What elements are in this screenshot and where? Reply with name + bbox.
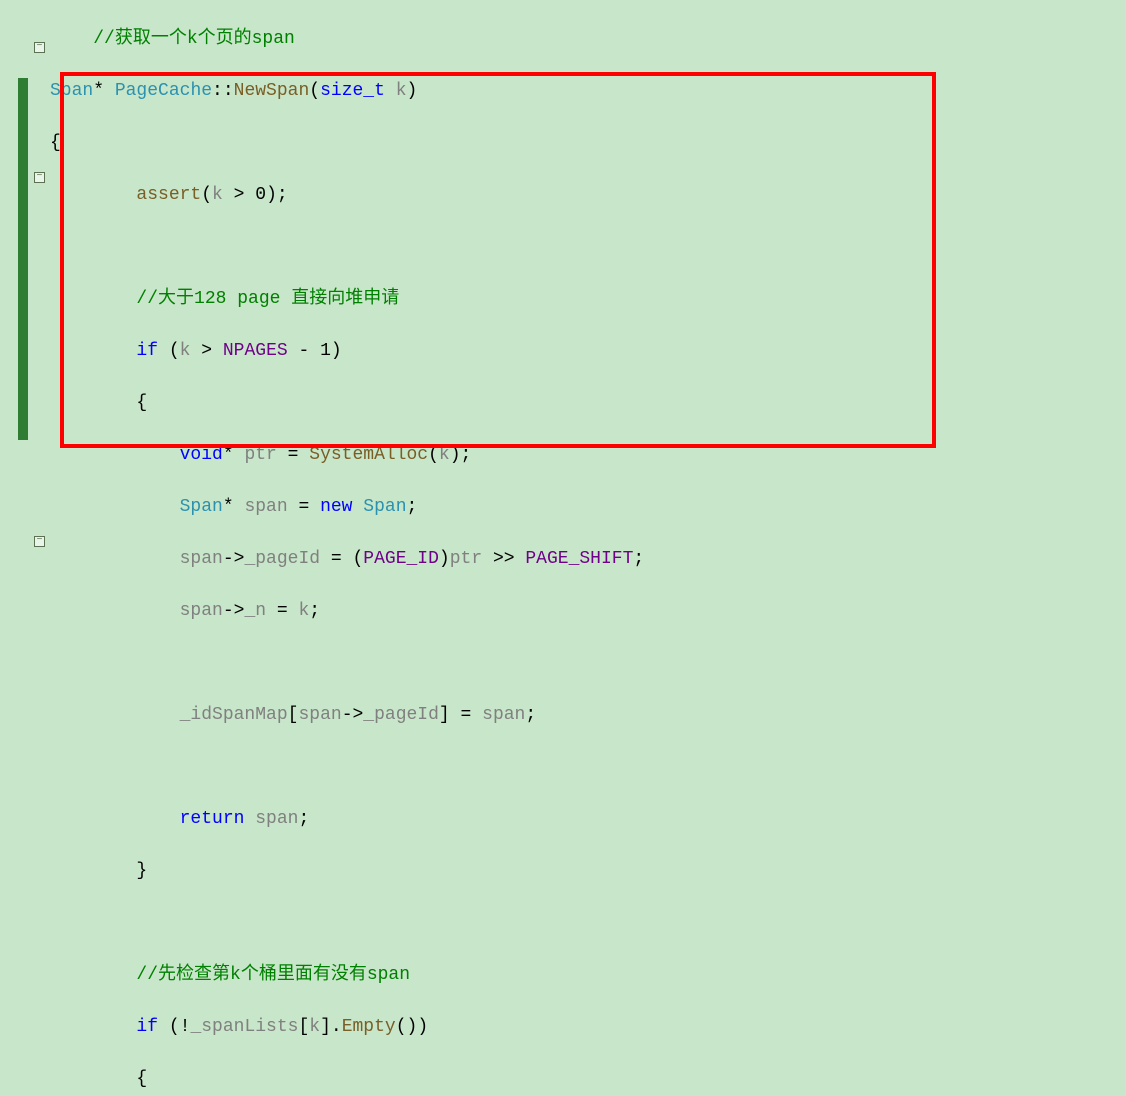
comment-text: //获取一个k个页的span (93, 29, 295, 49)
code-line: //大于128 page 直接向堆申请 (50, 286, 644, 312)
code-line: { (50, 130, 644, 156)
code-line (50, 754, 644, 780)
fold-toggle-icon[interactable] (34, 42, 45, 53)
code-line: Span* PageCache::NewSpan(size_t k) (50, 78, 644, 104)
code-line: if (!_spanLists[k].Empty()) (50, 1014, 644, 1040)
fold-toggle-icon[interactable] (34, 172, 45, 183)
fold-toggle-icon[interactable] (34, 536, 45, 547)
code-line: _idSpanMap[span->_pageId] = span; (50, 702, 644, 728)
code-line: Span* span = new Span; (50, 494, 644, 520)
code-line (50, 234, 644, 260)
code-line (50, 650, 644, 676)
code-line: } (50, 858, 644, 884)
change-marker-strip (18, 78, 28, 440)
code-line: { (50, 390, 644, 416)
code-area[interactable]: //获取一个k个页的span Span* PageCache::NewSpan(… (50, 0, 644, 1096)
code-line: void* ptr = SystemAlloc(k); (50, 442, 644, 468)
code-line: //先检查第k个桶里面有没有span (50, 962, 644, 988)
code-line (50, 910, 644, 936)
code-line: //获取一个k个页的span (50, 26, 644, 52)
comment-text: //先检查第k个桶里面有没有span (136, 965, 410, 985)
code-line: span->_pageId = (PAGE_ID)ptr >> PAGE_SHI… (50, 546, 644, 572)
fold-gutter (34, 0, 48, 548)
comment-text: //大于128 page 直接向堆申请 (136, 289, 399, 309)
code-line: assert(k > 0); (50, 182, 644, 208)
code-line: return span; (50, 806, 644, 832)
code-line: span->_n = k; (50, 598, 644, 624)
code-line: { (50, 1066, 644, 1092)
code-line: if (k > NPAGES - 1) (50, 338, 644, 364)
